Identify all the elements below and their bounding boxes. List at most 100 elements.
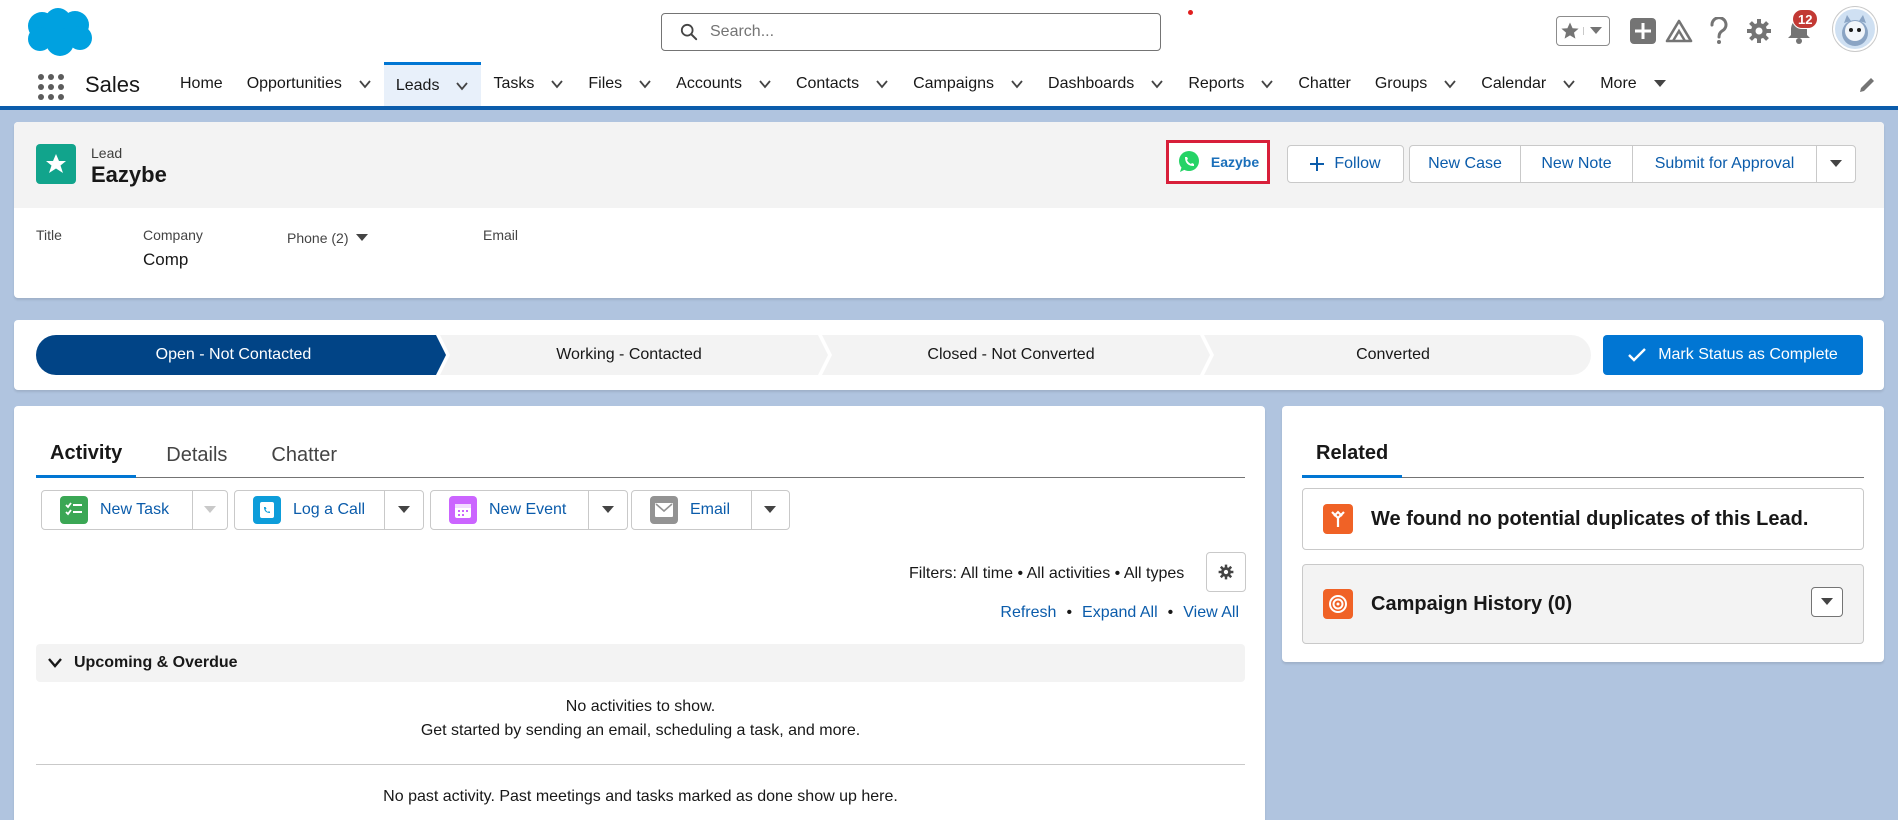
refresh-link[interactable]: Refresh <box>1000 604 1056 622</box>
user-avatar[interactable] <box>1833 7 1877 51</box>
follow-button[interactable]: Follow <box>1287 145 1404 183</box>
chevron-down-icon[interactable] <box>758 77 772 91</box>
expand-all-link[interactable]: Expand All <box>1082 604 1158 622</box>
campaign-history-title[interactable]: Campaign History (0) <box>1371 593 1572 616</box>
stage-open-not-contacted[interactable]: Open - Not Contacted <box>36 335 431 375</box>
nav-item-chatter[interactable]: Chatter <box>1286 62 1362 106</box>
related-panel: Related We found no potential duplicates… <box>1282 406 1884 662</box>
chevron-down-icon <box>1821 598 1833 605</box>
global-add-icon[interactable] <box>1628 16 1658 46</box>
setup-gear-icon[interactable] <box>1744 16 1774 46</box>
tab-details[interactable]: Details <box>152 432 241 478</box>
eazybe-whatsapp-button[interactable]: Eazybe <box>1166 140 1270 184</box>
stage-converted[interactable]: Converted <box>1204 335 1582 375</box>
email-dropdown[interactable] <box>750 491 789 529</box>
nav-item-label: Reports <box>1188 75 1245 92</box>
new-event-dropdown[interactable] <box>588 491 627 529</box>
more-actions-dropdown[interactable] <box>1816 145 1856 183</box>
nav-item-label: Chatter <box>1298 75 1351 92</box>
edit-nav-pencil-icon[interactable] <box>1858 76 1876 94</box>
email-action[interactable]: Email <box>631 490 790 530</box>
chevron-down-icon[interactable] <box>358 77 372 91</box>
submit-for-approval-button[interactable]: Submit for Approval <box>1632 145 1817 183</box>
chevron-down-icon <box>356 234 369 241</box>
mark-status-label: Mark Status as Complete <box>1658 346 1838 363</box>
favorites-star-icon[interactable] <box>1557 21 1583 41</box>
nav-item-groups[interactable]: Groups <box>1363 62 1469 106</box>
new-event-button[interactable]: New Event <box>431 491 588 529</box>
nav-item-calendar[interactable]: Calendar <box>1469 62 1588 106</box>
chevron-down-icon[interactable] <box>638 77 652 91</box>
view-all-link[interactable]: View All <box>1183 604 1239 622</box>
activity-settings-button[interactable] <box>1206 552 1246 592</box>
get-started-text: Get started by sending an email, schedul… <box>420 722 861 739</box>
chevron-down-icon[interactable] <box>1653 77 1667 91</box>
help-icon[interactable] <box>1704 16 1734 46</box>
nav-item-files[interactable]: Files <box>576 62 664 106</box>
nav-item-label: Dashboards <box>1048 75 1135 92</box>
phone-field-dropdown[interactable]: Phone (2) <box>287 230 369 246</box>
nav-item-contacts[interactable]: Contacts <box>784 62 901 106</box>
nav-item-leads[interactable]: Leads <box>383 62 482 106</box>
nav-item-dashboards[interactable]: Dashboards <box>1036 62 1176 106</box>
log-a-call-action[interactable]: Log a Call <box>234 490 424 530</box>
title-field-label: Title <box>36 227 62 243</box>
nav-item-more[interactable]: More <box>1588 62 1678 106</box>
tab-chatter[interactable]: Chatter <box>257 432 351 478</box>
whatsapp-icon <box>1178 151 1199 172</box>
global-header: Search... 12 <box>0 0 1898 62</box>
global-search[interactable]: Search... <box>661 13 1161 51</box>
chevron-down-icon <box>204 506 217 513</box>
upcoming-overdue-section[interactable]: Upcoming & Overdue <box>36 644 1245 682</box>
follow-label: Follow <box>1334 155 1381 172</box>
tab-related[interactable]: Related <box>1302 432 1403 478</box>
trailhead-icon[interactable] <box>1664 16 1694 46</box>
chevron-down-icon[interactable] <box>1150 77 1164 91</box>
link-separator: • <box>1066 604 1073 621</box>
new-note-button[interactable]: New Note <box>1520 145 1633 183</box>
nav-item-reports[interactable]: Reports <box>1176 62 1286 106</box>
nav-item-tasks[interactable]: Tasks <box>481 62 576 106</box>
record-title: Eazybe <box>91 162 167 187</box>
plus-icon <box>1310 157 1325 171</box>
nav-item-label: Tasks <box>493 75 535 92</box>
chevron-down-icon[interactable] <box>455 79 469 93</box>
company-field-value: Comp <box>143 250 189 269</box>
chevron-down-icon[interactable] <box>550 77 564 91</box>
record-header-top: Lead Eazybe Eazybe Follow New Case New N… <box>14 122 1884 208</box>
stage-closed-not-converted[interactable]: Closed - Not Converted <box>822 335 1200 375</box>
tab-activity[interactable]: Activity <box>36 432 137 478</box>
new-task-button[interactable]: New Task <box>42 491 192 529</box>
favorites-dropdown-icon[interactable] <box>1582 27 1610 35</box>
log-a-call-dropdown[interactable] <box>384 491 423 529</box>
stage-working-contacted[interactable]: Working - Contacted <box>440 335 818 375</box>
email-button[interactable]: Email <box>632 491 751 529</box>
log-a-call-label: Log a Call <box>293 501 366 518</box>
campaign-history-card: Campaign History (0) <box>1302 564 1864 644</box>
nav-item-accounts[interactable]: Accounts <box>664 62 784 106</box>
nav-item-label: Opportunities <box>246 75 342 92</box>
divider <box>36 764 1245 765</box>
salesforce-logo[interactable] <box>20 6 94 58</box>
app-launcher-icon[interactable] <box>36 72 64 100</box>
mark-status-complete-button[interactable]: Mark Status as Complete <box>1603 335 1863 375</box>
new-task-dropdown[interactable] <box>192 491 227 529</box>
chevron-down-icon[interactable] <box>1562 77 1576 91</box>
campaign-history-dropdown[interactable] <box>1811 587 1843 617</box>
chevron-down-icon[interactable] <box>1260 77 1274 91</box>
nav-item-campaigns[interactable]: Campaigns <box>901 62 1036 106</box>
duplicate-merge-icon <box>1323 504 1353 534</box>
new-task-action[interactable]: New Task <box>41 490 228 530</box>
chevron-down-icon[interactable] <box>1010 77 1024 91</box>
nav-item-home[interactable]: Home <box>168 62 235 106</box>
record-tabs: Activity Details Chatter <box>36 432 1245 478</box>
nav-item-opportunities[interactable]: Opportunities <box>235 62 384 106</box>
log-a-call-button[interactable]: Log a Call <box>235 491 384 529</box>
chevron-down-icon[interactable] <box>1443 77 1457 91</box>
activity-links: Refresh • Expand All • View All <box>1000 604 1239 622</box>
eazybe-button-label: Eazybe <box>1210 154 1260 170</box>
chevron-down-icon[interactable] <box>875 77 889 91</box>
new-case-button[interactable]: New Case <box>1409 145 1521 183</box>
new-event-action[interactable]: New Event <box>430 490 628 530</box>
favorites-button-group[interactable] <box>1556 16 1610 46</box>
